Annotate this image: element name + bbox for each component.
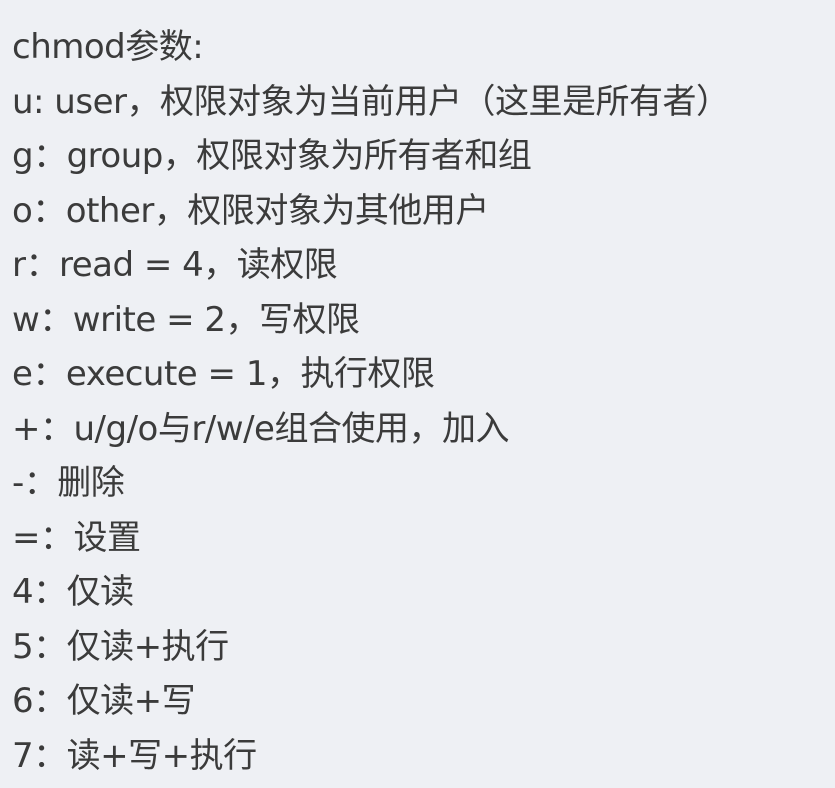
list-item-5: 5：仅读+执行 xyxy=(12,626,229,667)
list-item-equals: =：设置 xyxy=(12,517,141,558)
list-item-o: o：other，权限对象为其他用户 xyxy=(12,190,489,231)
list-item-plus: +：u/g/o与r/w/e组合使用，加入 xyxy=(12,408,509,449)
list-item-6: 6：仅读+写 xyxy=(12,681,196,721)
list-item-4: 4：仅读 xyxy=(12,572,134,612)
list-item-w: w：write = 2，写权限 xyxy=(12,299,360,340)
list-item-minus: -：删除 xyxy=(12,463,125,503)
list-item-r: r：read = 4，读权限 xyxy=(12,245,338,285)
list-item-e: e：execute = 1，执行权限 xyxy=(12,354,435,394)
list-item-7: 7：读+写+执行 xyxy=(12,735,257,776)
list-heading: chmod参数: xyxy=(12,27,204,67)
list-item-u: u: user，权限对象为当前用户（这里是所有者） xyxy=(12,81,730,122)
list-item-g: g：group，权限对象为所有者和组 xyxy=(12,136,532,176)
chmod-parameter-list: chmod参数: u: user，权限对象为当前用户（这里是所有者） g：gro… xyxy=(12,20,835,783)
